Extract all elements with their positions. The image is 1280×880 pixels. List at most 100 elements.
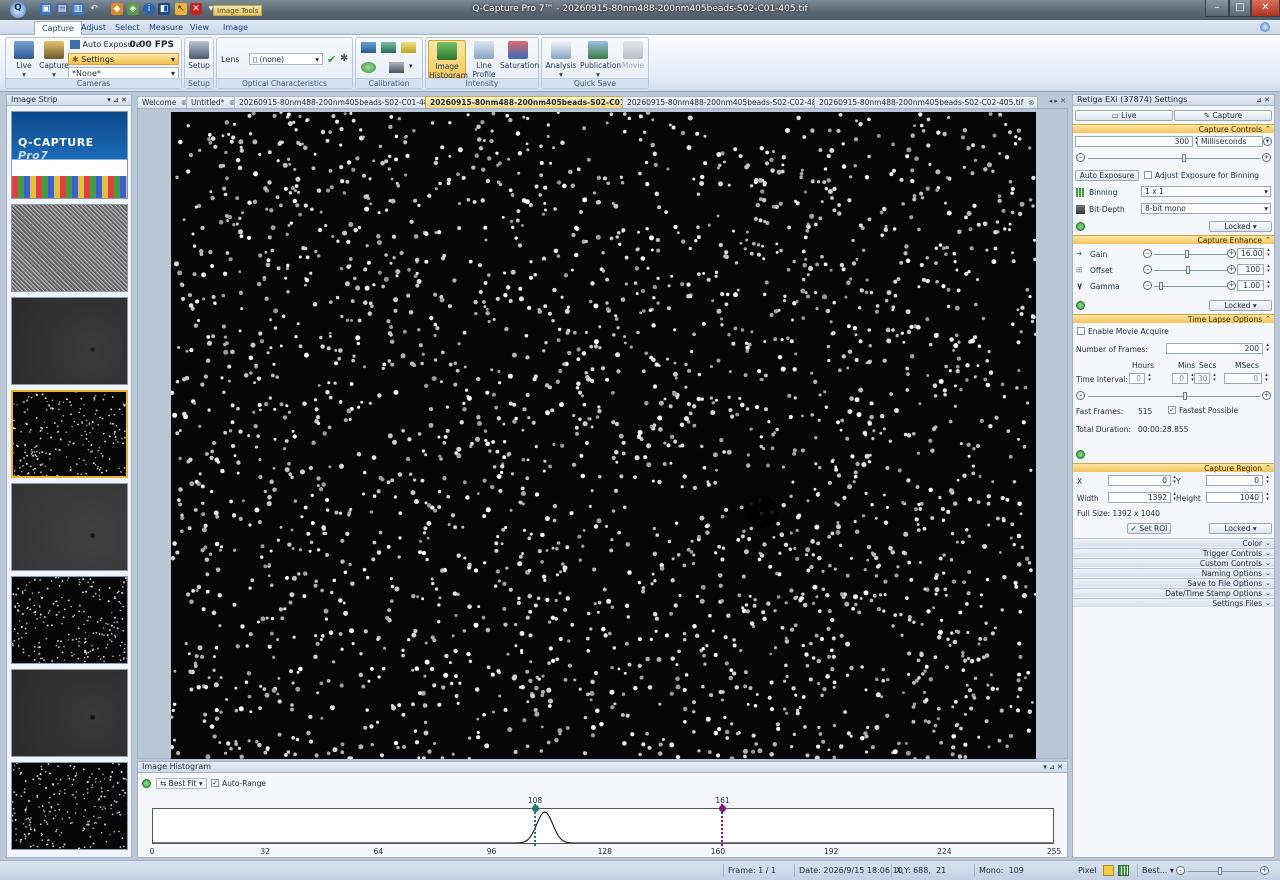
histogram-pane-controls-icon[interactable]: ▾ ⊿ ✕ [1043,762,1063,772]
roi-height-spinner[interactable]: ▴ ▾ [1264,492,1271,503]
fit-dropdown[interactable]: ⇆ Best Fit ▾ [156,778,207,789]
calibration-spatial-icon[interactable] [361,42,376,53]
section-settings-files[interactable]: Settings Files ⌄ [1073,598,1274,608]
gamma-decrease-icon[interactable]: – [1143,281,1152,290]
capture-enhance-reset-icon[interactable] [1076,301,1085,310]
section-capture-controls[interactable]: Capture Controls ⌃ [1073,124,1274,134]
capture-controls-locked-dropdown[interactable]: Locked ▾ [1209,221,1272,232]
tab-select[interactable]: Select [108,21,147,35]
calibration-options-icon[interactable] [389,62,404,73]
exposure-decrease-icon[interactable]: – [1076,153,1085,162]
zoom-in-icon[interactable]: + [1260,866,1269,875]
settings-pane-controls-icon[interactable]: ⊿ ✕ [1256,95,1270,105]
saturation-button[interactable]: Saturation [500,40,539,70]
zoom-select[interactable]: Best... ▾ [1137,864,1178,877]
publication-button[interactable]: Publication ▾ [580,40,621,79]
view-image-icon[interactable] [1103,865,1114,876]
interval-hours-input[interactable]: 0 [1129,373,1145,384]
gain-input[interactable]: 16.00 [1237,248,1264,259]
apply-lens-icon[interactable]: ✔ [327,53,336,66]
capture-controls-reset-icon[interactable] [1076,222,1085,231]
settings-live-button[interactable]: ▭ Live [1075,110,1173,121]
interval-decrease-icon[interactable]: – [1076,391,1085,400]
section-save-to-file-options[interactable]: Save to File Options ⌄ [1073,578,1274,588]
gain-decrease-icon[interactable]: – [1143,249,1152,258]
gamma-slider-track[interactable] [1154,286,1227,287]
num-frames-input[interactable]: 200 [1166,343,1263,354]
section-capture-enhance[interactable]: Capture Enhance ⌃ [1073,235,1274,245]
thumbnail-5[interactable] [11,483,128,571]
auto-exposure-settings-button[interactable]: Auto Exposure [1075,170,1139,181]
zoom-slider-thumb[interactable] [1218,867,1222,875]
roi-width-input[interactable]: 1392 [1108,492,1171,503]
tab-view[interactable]: View [183,21,216,35]
section-capture-region[interactable]: Capture Region ⌃ [1073,463,1274,473]
offset-increase-icon[interactable]: + [1227,265,1236,274]
settings-button[interactable]: ✱ Settings ▾ [68,53,179,65]
status-pixel-mode[interactable]: Pixel [1074,864,1101,877]
exposure-unit-select[interactable]: Milliseconds [1197,136,1263,147]
offset-spinner[interactable]: ▴ ▾ [1265,264,1272,275]
offset-slider-track[interactable] [1154,270,1227,271]
set-roi-button[interactable]: ✔ Set ROI [1127,523,1171,534]
section-naming-options[interactable]: Naming Options ⌄ [1073,568,1274,578]
auto-range-checkbox[interactable]: ✓ [211,779,219,787]
section-datetime-stamp-options[interactable]: Date/Time Stamp Options ⌄ [1073,588,1274,598]
offset-input[interactable]: 100 [1237,264,1264,275]
interval-msecs-spinner[interactable]: ▴ ▾ [1263,373,1270,384]
live-button[interactable]: Live ▾ [8,40,40,79]
gain-increase-icon[interactable]: + [1227,249,1236,258]
thumbnail-7[interactable] [11,669,128,757]
gamma-slider-thumb[interactable] [1159,282,1163,290]
lens-select[interactable]: ▯ (none) ▾ [249,53,323,65]
interval-slider-track[interactable] [1088,396,1260,397]
binning-select[interactable]: 1 x 1 ▾ [1141,186,1271,197]
doc-tab-welcome[interactable]: Welcome ⊗ [137,96,192,108]
exposure-unit-dropdown-icon[interactable]: ▾ [1263,137,1272,146]
gain-slider-track[interactable] [1154,254,1227,255]
roi-height-input[interactable]: 1040 [1206,492,1263,503]
calibration-flat-icon[interactable] [401,42,416,53]
interval-slider-thumb[interactable] [1183,392,1187,400]
pin-icon[interactable]: ▾ ⊿ ✕ [107,95,127,105]
thumbnail-2[interactable] [11,204,128,292]
calibration-dropdown-icon[interactable]: ▾ [409,62,413,70]
calibration-color-icon[interactable] [381,42,396,53]
maximize-button[interactable]: □ [1229,0,1251,17]
tab-scroll-icons[interactable]: ◂ ▸ ✕ [1049,97,1066,105]
histogram-plot[interactable] [152,808,1054,844]
num-frames-spinner[interactable]: ▴ ▾ [1264,343,1271,354]
thumbnail-welcome[interactable]: Q-CAPTURE Pro7 [11,111,128,199]
section-color[interactable]: Color ⌄ [1073,538,1274,548]
capture-enhance-locked-dropdown[interactable]: Locked ▾ [1209,300,1272,311]
interval-increase-icon[interactable]: + [1262,391,1271,400]
gain-spinner[interactable]: ▴ ▾ [1265,248,1272,259]
bit-depth-select[interactable]: 8-bit mono ▾ [1141,203,1271,214]
roi-y-spinner[interactable]: ▴ ▾ [1264,475,1271,486]
interval-mins-input[interactable]: 0 [1172,373,1188,384]
main-image[interactable] [171,112,1036,759]
gamma-input[interactable]: 1.00 [1237,280,1264,291]
roi-x-input[interactable]: 0 [1108,475,1171,486]
tab-image[interactable]: Image [216,21,255,35]
thumbnail-4-selected[interactable] [11,390,128,478]
refresh-icon[interactable] [142,779,151,788]
roi-y-input[interactable]: 0 [1206,475,1263,486]
doc-tab-c02-488[interactable]: 20260915-80nm488-200nm405beads-S02-C02-4… [622,96,847,108]
interval-msecs-input[interactable]: 0 [1224,373,1262,384]
offset-slider-thumb[interactable] [1186,266,1190,274]
exposure-input[interactable]: 300 [1075,136,1193,147]
lens-settings-icon[interactable]: ✱ [340,53,348,64]
capture-button[interactable]: Capture ▾ [38,40,70,79]
doc-tab-c02-405[interactable]: 20260915-80nm488-200nm405beads-S02-C02-4… [814,96,1039,108]
time-lapse-reset-icon[interactable] [1076,450,1085,459]
settings-capture-button[interactable]: ✎ Capture [1174,110,1272,121]
interval-hours-spinner[interactable]: ▴ ▾ [1146,373,1153,384]
image-histogram-button[interactable]: Image Histogram [428,40,468,80]
section-time-lapse[interactable]: Time Lapse Options ⌃ [1073,314,1274,324]
gamma-spinner[interactable]: ▴ ▾ [1265,280,1272,291]
gain-slider-thumb[interactable] [1185,250,1189,258]
analysis-button[interactable]: Analysis ▾ [544,40,578,79]
offset-decrease-icon[interactable]: – [1143,265,1152,274]
thumbnail-6[interactable] [11,576,128,664]
